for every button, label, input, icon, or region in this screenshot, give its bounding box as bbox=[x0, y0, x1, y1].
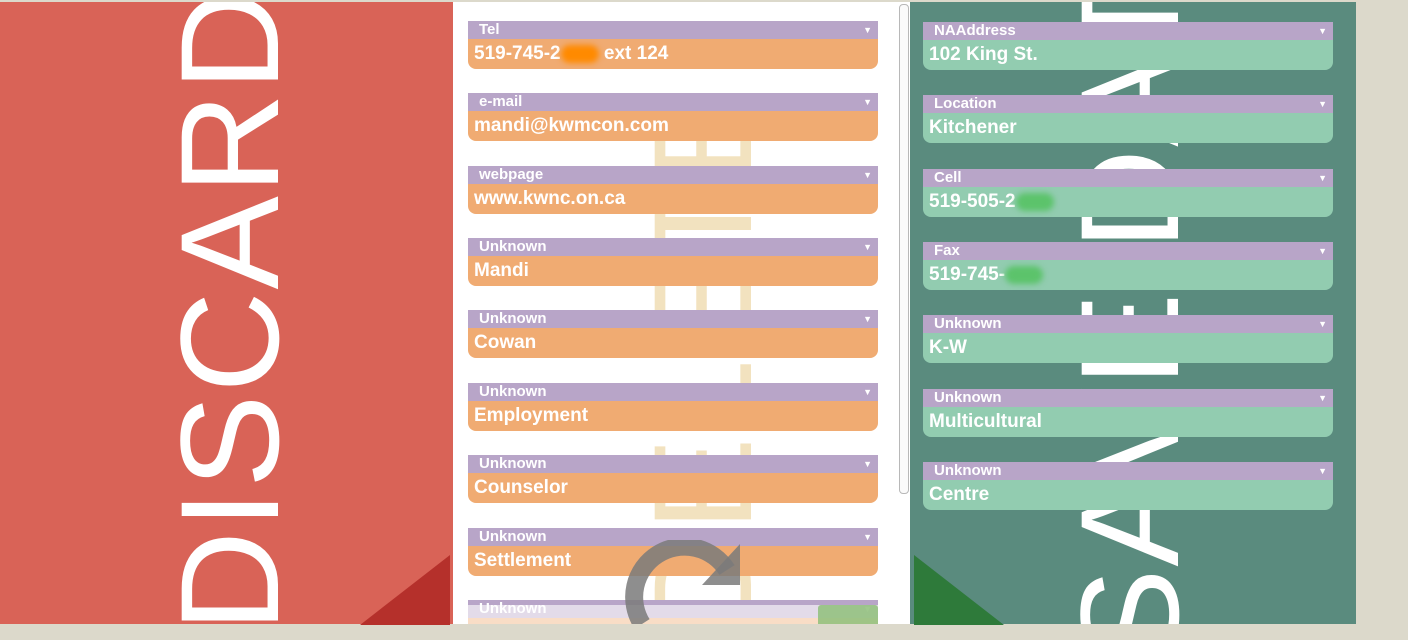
chevron-down-icon: ▼ bbox=[863, 25, 872, 35]
field-value[interactable]: Employment bbox=[468, 401, 878, 431]
save-panel[interactable]: SAVE DATA NAAddress ▼ 102 King St. Locati… bbox=[910, 2, 1356, 624]
field-value[interactable]: www.kwnc.on.ca bbox=[468, 184, 878, 214]
chevron-down-icon: ▼ bbox=[863, 459, 872, 469]
chevron-down-icon: ▼ bbox=[1318, 26, 1327, 36]
field-type-select[interactable]: webpage ▼ bbox=[468, 166, 878, 184]
field-unknown[interactable]: Unknown ▼ Cowan bbox=[468, 310, 878, 358]
field-value[interactable]: K-W bbox=[923, 333, 1333, 363]
field-list-panel: DELETE Tel▼ 519-745-2 ext 124 e-mail▼ ma… bbox=[453, 2, 910, 624]
field-value[interactable]: 102 King St. bbox=[923, 40, 1333, 70]
field-address[interactable]: NAAddress ▼ 102 King St. bbox=[923, 22, 1333, 70]
undo-icon[interactable] bbox=[622, 540, 752, 624]
discard-panel[interactable]: DISCARD bbox=[0, 2, 453, 624]
field-location[interactable]: Location ▼ Kitchener bbox=[923, 95, 1333, 143]
field-value[interactable]: Mandi bbox=[468, 256, 878, 286]
field-unknown[interactable]: Unknown ▼ Counselor bbox=[468, 455, 878, 503]
field-tel[interactable]: Tel ▼ 519-745-2 ext 124 bbox=[468, 21, 878, 69]
field-type-select[interactable]: e-mail ▼ bbox=[468, 93, 878, 111]
redaction-blur bbox=[1005, 265, 1044, 284]
field-unknown[interactable]: Unknown ▼ Mandi bbox=[468, 238, 878, 286]
field-unknown[interactable]: Unknown ▼ Employment bbox=[468, 383, 878, 431]
field-value[interactable]: Kitchener bbox=[923, 113, 1333, 143]
field-value[interactable]: Counselor bbox=[468, 473, 878, 503]
scrollbar-thumb[interactable] bbox=[899, 4, 909, 494]
chevron-down-icon: ▼ bbox=[863, 314, 872, 324]
discard-label: DISCARD bbox=[151, 2, 308, 624]
chevron-down-icon: ▼ bbox=[863, 387, 872, 397]
field-type-select[interactable]: Location ▼ bbox=[923, 95, 1333, 113]
field-type-select[interactable]: Unknown▼ bbox=[468, 310, 878, 328]
field-value[interactable]: Multicultural bbox=[923, 407, 1333, 437]
field-type-select[interactable]: Unknown▼ bbox=[923, 389, 1333, 407]
field-type-select[interactable]: NAAddress ▼ bbox=[923, 22, 1333, 40]
field-type-select[interactable]: Cell ▼ bbox=[923, 169, 1333, 187]
field-unknown[interactable]: Unknown ▼ Centre bbox=[923, 462, 1333, 510]
field-fax[interactable]: Fax ▼ 519-745- bbox=[923, 242, 1333, 290]
field-cell[interactable]: Cell ▼ 519-505-2 bbox=[923, 169, 1333, 217]
chevron-down-icon: ▼ bbox=[863, 97, 872, 107]
field-value[interactable]: 519-745- bbox=[923, 260, 1333, 290]
chevron-down-icon: ▼ bbox=[863, 170, 872, 180]
field-type-select[interactable]: Unknown▼ bbox=[468, 383, 878, 401]
redaction-blur bbox=[560, 44, 599, 63]
field-value[interactable]: 519-745-2 ext 124 bbox=[468, 39, 878, 69]
field-type-select[interactable]: Unknown▼ bbox=[468, 455, 878, 473]
confirm-button[interactable] bbox=[818, 605, 878, 624]
field-type-select[interactable]: Fax ▼ bbox=[923, 242, 1333, 260]
field-unknown[interactable]: Unknown ▼ K-W bbox=[923, 315, 1333, 363]
chevron-down-icon: ▼ bbox=[863, 242, 872, 252]
field-value[interactable]: Cowan bbox=[468, 328, 878, 358]
field-value[interactable]: Centre bbox=[923, 480, 1333, 510]
field-email[interactable]: e-mail ▼ mandi@kwmcon.com bbox=[468, 93, 878, 141]
chevron-down-icon: ▼ bbox=[1318, 173, 1327, 183]
chevron-down-icon: ▼ bbox=[1318, 99, 1327, 109]
field-webpage[interactable]: webpage ▼ www.kwnc.on.ca bbox=[468, 166, 878, 214]
field-value[interactable]: 519-505-2 bbox=[923, 187, 1333, 217]
save-arrow-icon[interactable] bbox=[914, 555, 1004, 625]
field-value[interactable]: mandi@kwmcon.com bbox=[468, 111, 878, 141]
field-type-select[interactable]: Unknown▼ bbox=[468, 238, 878, 256]
chevron-down-icon: ▼ bbox=[1318, 393, 1327, 403]
field-unknown[interactable]: Unknown ▼ Multicultural bbox=[923, 389, 1333, 437]
chevron-down-icon: ▼ bbox=[1318, 466, 1327, 476]
field-type-select[interactable]: Unknown▼ bbox=[923, 315, 1333, 333]
field-type-select[interactable]: Unknown▼ bbox=[923, 462, 1333, 480]
chevron-down-icon: ▼ bbox=[1318, 319, 1327, 329]
scrollbar[interactable] bbox=[897, 2, 909, 502]
field-type-select[interactable]: Tel ▼ bbox=[468, 21, 878, 39]
chevron-down-icon: ▼ bbox=[863, 532, 872, 542]
redaction-blur bbox=[1015, 192, 1054, 211]
chevron-down-icon: ▼ bbox=[1318, 246, 1327, 256]
discard-arrow-icon[interactable] bbox=[360, 555, 450, 625]
